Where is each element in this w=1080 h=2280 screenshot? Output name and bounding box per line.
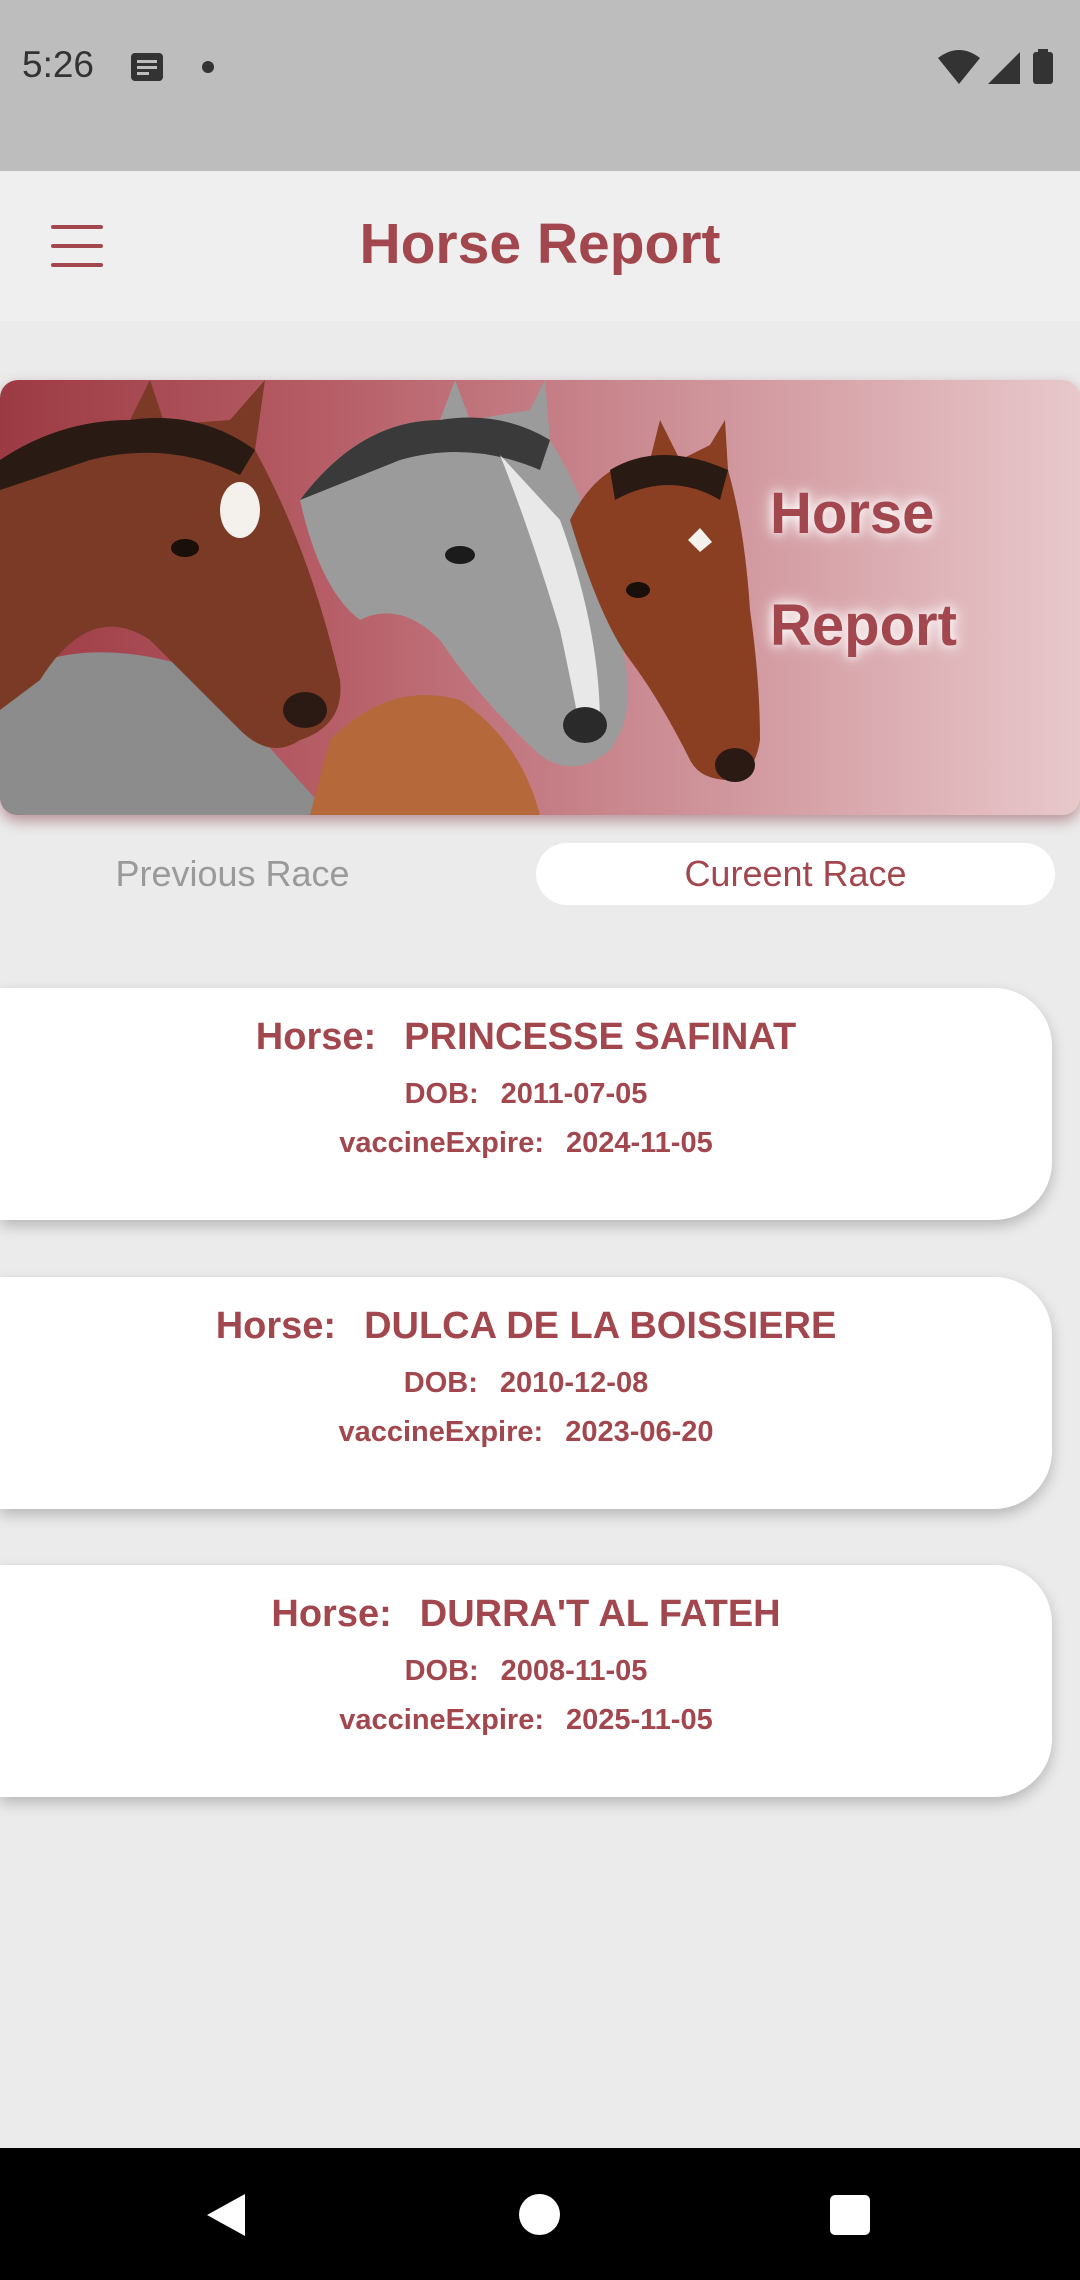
dob-label: DOB:: [403, 1367, 478, 1399]
tab-current-race[interactable]: Cureent Race: [536, 843, 1055, 905]
horse-name: PRINCESSE SAFINAT: [404, 1016, 797, 1058]
vaccine-label: vaccineExpire:: [338, 1416, 544, 1448]
horse-card[interactable]: Horse: PRINCESSE SAFINAT DOB: 2011-07-05 v…: [0, 988, 1052, 1220]
vaccine-label: vaccineExpire:: [339, 1704, 544, 1736]
horse-name-row: Horse: PRINCESSE SAFINAT: [0, 1016, 1052, 1059]
vaccine-value: 2024-11-05: [565, 1127, 713, 1159]
horse-label: Horse:: [255, 1016, 377, 1058]
vaccine-value: 2023-06-20: [565, 1416, 714, 1448]
horse-name-row: Horse: DULCA DE LA BOISSIERE: [0, 1305, 1052, 1348]
signal-icon: [988, 52, 1020, 84]
vaccine-row: vaccineExpire: 2023-06-20: [0, 1416, 1052, 1449]
app-bar: Horse Report: [0, 171, 1080, 321]
wifi-icon: [938, 50, 980, 84]
page-title: Horse Report: [359, 212, 721, 276]
status-icons: [936, 48, 1058, 93]
dob-value: 2008-11-05: [500, 1655, 648, 1687]
dob-label: DOB:: [404, 1078, 479, 1110]
notification-dot-icon: [202, 61, 214, 73]
status-bar: 5:26: [0, 0, 1080, 171]
horse-name: DULCA DE LA BOISSIERE: [364, 1305, 837, 1347]
dob-value: 2011-07-05: [500, 1078, 648, 1110]
banner-line-1: Horse: [770, 481, 935, 546]
race-tabs: Previous Race Cureent Race: [0, 843, 1080, 905]
horse-label: Horse:: [215, 1305, 337, 1347]
horse-card[interactable]: Horse: DULCA DE LA BOISSIERE DOB: 2010-12-…: [0, 1277, 1052, 1509]
vaccine-row: vaccineExpire: 2025-11-05: [0, 1704, 1052, 1737]
tab-previous-race[interactable]: Previous Race: [30, 843, 435, 905]
vaccine-label: vaccineExpire:: [339, 1127, 544, 1159]
home-icon[interactable]: [519, 2194, 560, 2235]
system-nav-bar: [0, 2148, 1080, 2280]
horse-card[interactable]: Horse: DURRA'T AL FATEH DOB: 2008-11-05 va…: [0, 1565, 1052, 1797]
banner-title: Horse Report: [770, 458, 1030, 682]
banner-line-2: Report: [770, 593, 957, 658]
vaccine-value: 2025-11-05: [565, 1704, 713, 1736]
dob-row: DOB: 2010-12-08: [0, 1367, 1052, 1400]
horse-name: DURRA'T AL FATEH: [419, 1593, 781, 1635]
back-icon[interactable]: [205, 2192, 247, 2243]
dob-label: DOB:: [404, 1655, 479, 1687]
notification-icon: [130, 52, 164, 87]
horse-name-row: Horse: DURRA'T AL FATEH: [0, 1593, 1052, 1636]
battery-icon: [1033, 52, 1053, 84]
dob-row: DOB: 2008-11-05: [0, 1655, 1052, 1688]
status-time: 5:26: [22, 44, 95, 85]
dob-value: 2010-12-08: [499, 1367, 649, 1399]
recents-icon[interactable]: [830, 2195, 870, 2235]
vaccine-row: vaccineExpire: 2024-11-05: [0, 1127, 1052, 1160]
dob-row: DOB: 2011-07-05: [0, 1078, 1052, 1111]
banner: Horse Report: [0, 380, 1080, 815]
horse-label: Horse:: [271, 1593, 392, 1635]
